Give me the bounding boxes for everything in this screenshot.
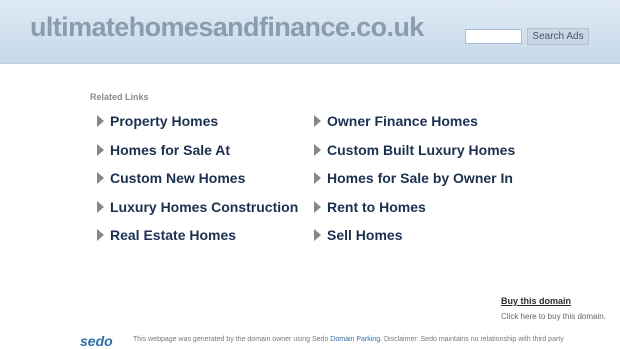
- related-link-label: Homes for Sale by Owner In: [327, 170, 513, 186]
- related-link-luxury-homes-construction[interactable]: Luxury Homes Construction: [97, 197, 298, 217]
- arrow-right-icon: [314, 201, 321, 214]
- related-link-label: Homes for Sale At: [110, 142, 231, 158]
- site-title[interactable]: ultimatehomesandfinance.co.uk: [30, 12, 424, 43]
- related-link-custom-new-homes[interactable]: Custom New Homes: [97, 168, 245, 188]
- related-link-label: Real Estate Homes: [110, 227, 237, 243]
- related-link-rent-to-homes[interactable]: Rent to Homes: [314, 197, 426, 217]
- arrow-right-icon: [314, 172, 321, 185]
- arrow-right-icon: [97, 144, 104, 157]
- related-link-real-estate-homes[interactable]: Real Estate Homes: [97, 225, 236, 245]
- related-link-label: Sell Homes: [327, 227, 403, 243]
- arrow-right-icon: [97, 115, 104, 128]
- related-links-heading: Related Links: [90, 92, 149, 102]
- arrow-right-icon: [97, 229, 104, 242]
- arrow-right-icon: [97, 201, 104, 214]
- related-link-label: Luxury Homes Construction: [110, 199, 299, 215]
- arrow-right-icon: [97, 172, 104, 185]
- related-link-property-homes[interactable]: Property Homes: [97, 111, 218, 131]
- related-link-label: Property Homes: [110, 113, 219, 129]
- related-link-custom-built-luxury-homes[interactable]: Custom Built Luxury Homes: [314, 140, 515, 160]
- footer-text-after: . Disclaimer: Sedo maintains no relation…: [380, 336, 564, 343]
- related-link-owner-finance-homes[interactable]: Owner Finance Homes: [314, 111, 478, 131]
- search-ads-button[interactable]: Search Ads: [527, 28, 589, 45]
- header-bar: ultimatehomesandfinance.co.uk Search Ads: [0, 0, 620, 64]
- buy-domain-description[interactable]: Click here to buy this domain.: [501, 312, 606, 321]
- domain-parking-link[interactable]: Domain Parking: [330, 336, 380, 343]
- related-link-label: Owner Finance Homes: [327, 113, 478, 129]
- arrow-right-icon: [314, 144, 321, 157]
- related-link-homes-for-sale-by-owner-in[interactable]: Homes for Sale by Owner In: [314, 168, 513, 188]
- buy-domain-link[interactable]: Buy this domain: [501, 296, 571, 306]
- footer-disclaimer: This webpage was generated by the domain…: [133, 336, 564, 343]
- sedo-logo[interactable]: sedo: [80, 333, 113, 349]
- arrow-right-icon: [314, 115, 321, 128]
- footer-text-before: This webpage was generated by the domain…: [133, 336, 331, 343]
- search-input[interactable]: [465, 29, 522, 44]
- related-link-sell-homes[interactable]: Sell Homes: [314, 225, 402, 245]
- related-link-label: Custom New Homes: [110, 170, 246, 186]
- related-link-homes-for-sale-at[interactable]: Homes for Sale At: [97, 140, 230, 160]
- arrow-right-icon: [314, 229, 321, 242]
- related-link-label: Rent to Homes: [327, 199, 426, 215]
- related-link-label: Custom Built Luxury Homes: [327, 142, 516, 158]
